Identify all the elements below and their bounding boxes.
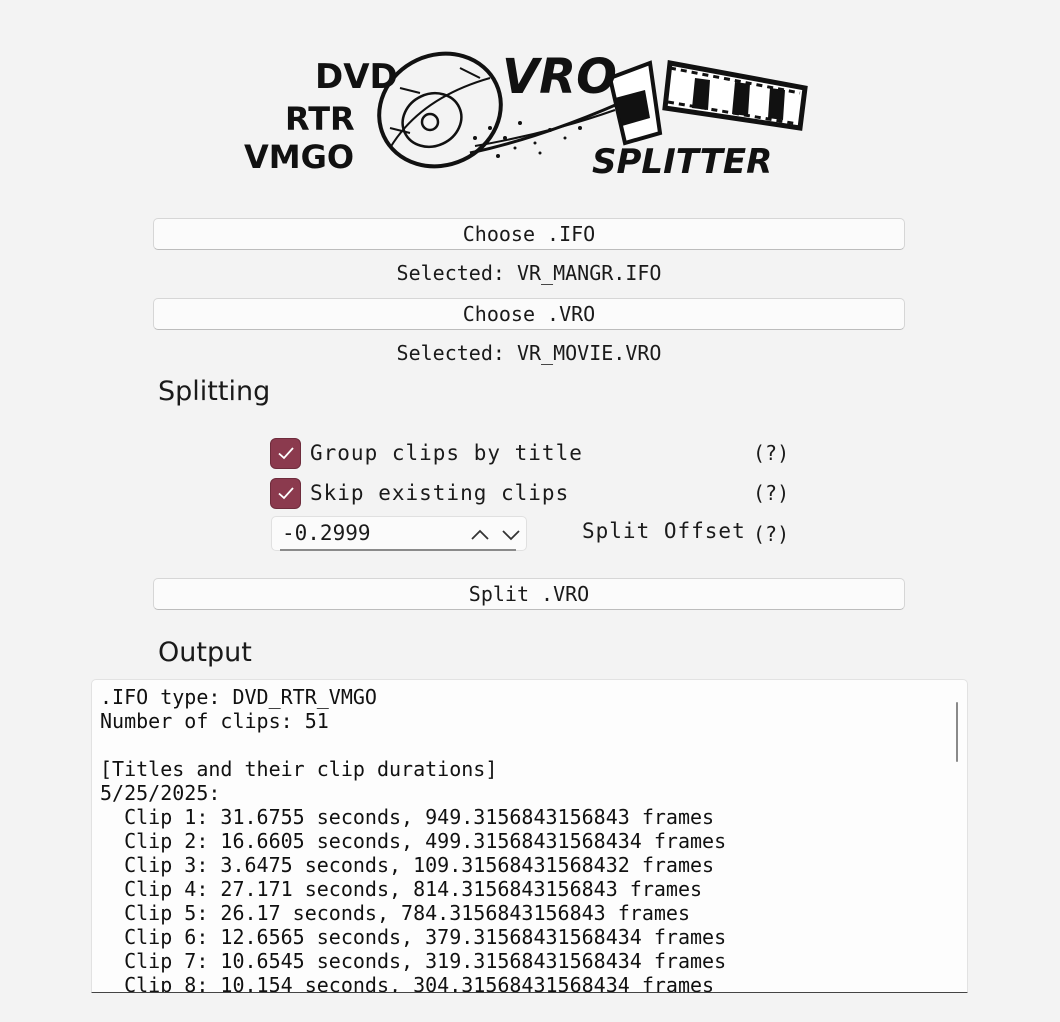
group-clips-label: Group clips by title [310, 441, 583, 465]
output-line: Clip 3: 3.6475 seconds, 109.315684315684… [100, 853, 715, 877]
output-textbox[interactable]: .IFO type: DVD_RTR_VMGO Number of clips: … [91, 679, 968, 993]
logo-text-splitter: SPLITTER [592, 142, 772, 182]
output-line: Clip 6: 12.6565 seconds, 379.31568431568… [100, 925, 727, 949]
split-vro-button[interactable]: Split .VRO [153, 578, 905, 610]
output-heading: Output [158, 637, 252, 668]
output-line: .IFO type: DVD_RTR_VMGO [100, 685, 377, 709]
output-log: .IFO type: DVD_RTR_VMGO Number of clips: … [100, 685, 727, 993]
skip-existing-help[interactable]: (?) [753, 477, 789, 509]
skip-existing-label: Skip existing clips [310, 481, 570, 505]
output-line: Clip 1: 31.6755 seconds, 949.31568431568… [100, 805, 715, 829]
skip-existing-row[interactable]: Skip existing clips [270, 477, 569, 509]
group-clips-row[interactable]: Group clips by title [270, 437, 583, 469]
output-line: Number of clips: 51 [100, 709, 329, 733]
output-line: Clip 2: 16.6605 seconds, 499.31568431568… [100, 829, 727, 853]
logo-text-vro: VRO [502, 49, 617, 105]
app-logo: DVD RTR VMGO VRO SPLITTER [240, 38, 815, 188]
logo-text-rtr: RTR [285, 100, 355, 138]
split-offset-value[interactable]: -0.2999 [282, 521, 371, 545]
output-line: Clip 4: 27.171 seconds, 814.315684315684… [100, 877, 703, 901]
output-line: [Titles and their clip durations] [100, 757, 498, 781]
group-clips-checkbox[interactable] [270, 437, 301, 469]
logo-text-dvd: DVD [315, 57, 398, 97]
split-offset-help[interactable]: (?) [753, 518, 789, 550]
choose-vro-button[interactable]: Choose .VRO [153, 298, 905, 330]
output-scrollbar[interactable] [956, 702, 958, 762]
checkmark-icon [277, 487, 294, 500]
choose-ifo-button[interactable]: Choose .IFO [153, 218, 905, 250]
split-offset-label: Split Offset [582, 519, 746, 543]
output-line: Clip 5: 26.17 seconds, 784.3156843156843… [100, 901, 691, 925]
split-offset-spinbox[interactable]: -0.2999 [271, 516, 527, 551]
logo-graphic: DVD RTR VMGO VRO SPLITTER [244, 49, 808, 182]
checkmark-icon [277, 447, 294, 460]
logo-text-vmgo: VMGO [244, 138, 354, 176]
selected-ifo-label: Selected: VR_MANGR.IFO [396, 261, 662, 285]
output-line: Clip 8: 10.154 seconds, 304.315684315684… [100, 973, 715, 993]
selected-vro-label: Selected: VR_MOVIE.VRO [396, 341, 662, 365]
chevron-up-icon[interactable] [469, 525, 491, 545]
group-clips-help[interactable]: (?) [753, 437, 789, 469]
skip-existing-checkbox[interactable] [270, 477, 301, 509]
splitting-heading: Splitting [158, 376, 271, 407]
output-line: Clip 7: 10.6545 seconds, 319.31568431568… [100, 949, 727, 973]
spinbox-underline [280, 549, 516, 551]
output-line: 5/25/2025: [100, 781, 221, 805]
chevron-down-icon[interactable] [500, 525, 522, 545]
